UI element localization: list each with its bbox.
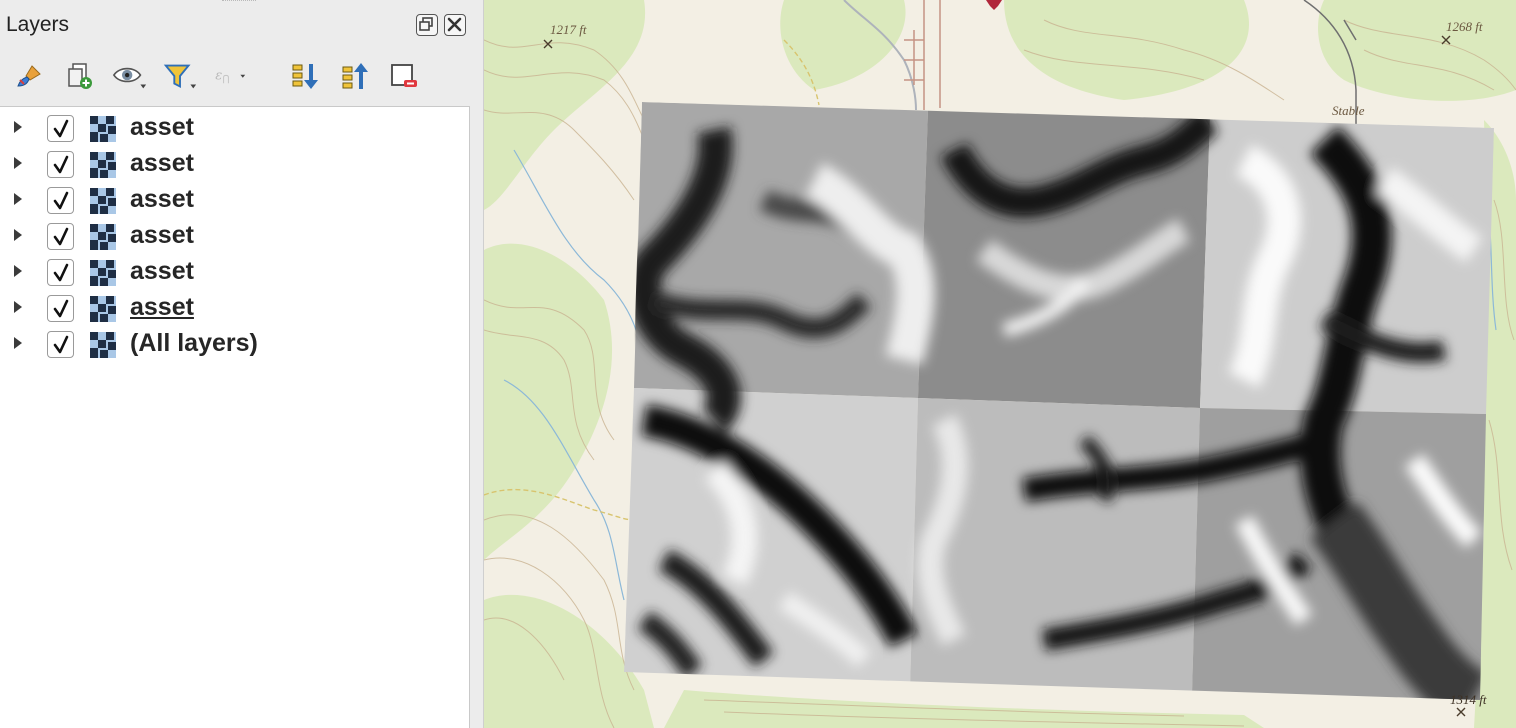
layer-row[interactable]: (All layers) (0, 325, 468, 361)
check-icon (53, 263, 69, 282)
style-manager-button[interactable] (12, 58, 48, 94)
remove-layer-button[interactable] (386, 58, 422, 94)
raster-layer-icon (90, 332, 116, 358)
expand-arrow-icon[interactable] (14, 337, 22, 349)
eye-icon (112, 67, 147, 89)
place-label-stable: Stable (1332, 103, 1365, 118)
raster-layer-icon (90, 296, 116, 322)
expand-all-button[interactable] (287, 58, 323, 94)
peak-label-1314: 1314 ft (1450, 692, 1487, 707)
check-icon (53, 155, 69, 174)
expand-arrow-icon[interactable] (14, 193, 22, 205)
layer-visibility-checkbox[interactable] (47, 295, 74, 322)
add-group-button[interactable] (62, 58, 98, 94)
layer-row[interactable]: asset (0, 145, 468, 181)
layer-name[interactable]: asset (130, 149, 194, 178)
expand-arrow-icon[interactable] (14, 229, 22, 241)
layer-visibility-checkbox[interactable] (47, 331, 74, 358)
peak-label-1268: 1268 ft (1446, 19, 1483, 34)
raster-layer-icon (90, 224, 116, 250)
expand-arrow-icon[interactable] (14, 265, 22, 277)
panel-drag-grip[interactable] (222, 0, 256, 3)
collapse-all-button[interactable] (337, 58, 373, 94)
check-icon (53, 335, 69, 354)
remove-layer-icon (391, 64, 417, 87)
layer-name[interactable]: (All layers) (130, 329, 258, 358)
raster-layer-icon (90, 260, 116, 286)
float-panel-button[interactable] (416, 14, 438, 36)
layer-visibility-checkbox[interactable] (47, 259, 74, 286)
svg-text:ε: ε (215, 69, 222, 84)
filter-by-expression-button[interactable]: ε (214, 58, 250, 94)
layers-toolbar: ε (0, 54, 483, 98)
layer-row[interactable]: asset (0, 289, 468, 325)
map-canvas[interactable]: 1217 ft 1268 ft Stable 1314 ft (484, 0, 1516, 728)
layer-name[interactable]: asset (130, 185, 194, 214)
close-icon (447, 17, 462, 32)
layer-visibility-checkbox[interactable] (47, 151, 74, 178)
manage-visibility-button[interactable] (112, 58, 148, 94)
layer-name[interactable]: asset (130, 257, 194, 286)
add-group-icon (68, 63, 92, 89)
raster-layer-icon (90, 152, 116, 178)
layers-panel: Layers ε asset asset asset asset asset a… (0, 0, 483, 728)
check-icon (53, 299, 69, 318)
filter-legend-button[interactable] (162, 58, 198, 94)
close-panel-button[interactable] (444, 14, 466, 36)
layer-name[interactable]: asset (130, 113, 194, 142)
layer-row[interactable]: asset (0, 109, 468, 145)
expand-all-icon (292, 64, 318, 89)
layer-visibility-checkbox[interactable] (47, 187, 74, 214)
layer-row[interactable]: asset (0, 217, 468, 253)
layer-name[interactable]: asset (130, 221, 194, 250)
collapse-all-icon (342, 63, 368, 89)
dem-raster-layers (624, 102, 1494, 700)
expand-arrow-icon[interactable] (14, 121, 22, 133)
check-icon (53, 191, 69, 210)
layer-row[interactable]: asset (0, 253, 468, 289)
check-icon (53, 227, 69, 246)
filter-icon (163, 64, 197, 89)
layer-row[interactable]: asset (0, 181, 468, 217)
layer-visibility-checkbox[interactable] (47, 223, 74, 250)
raster-layer-icon (90, 188, 116, 214)
float-icon (419, 17, 433, 31)
layer-tree: asset asset asset asset asset asset (All layer… (0, 106, 470, 728)
expand-arrow-icon[interactable] (14, 157, 22, 169)
layer-name[interactable]: asset (130, 293, 194, 322)
peak-label-1217: 1217 ft (550, 22, 587, 37)
check-icon (53, 119, 69, 138)
layer-visibility-checkbox[interactable] (47, 115, 74, 142)
panel-title: Layers (6, 13, 70, 36)
expand-arrow-icon[interactable] (14, 301, 22, 313)
raster-layer-icon (90, 116, 116, 142)
paint-brush-icon (17, 65, 41, 87)
expression-icon: ε (215, 69, 246, 84)
